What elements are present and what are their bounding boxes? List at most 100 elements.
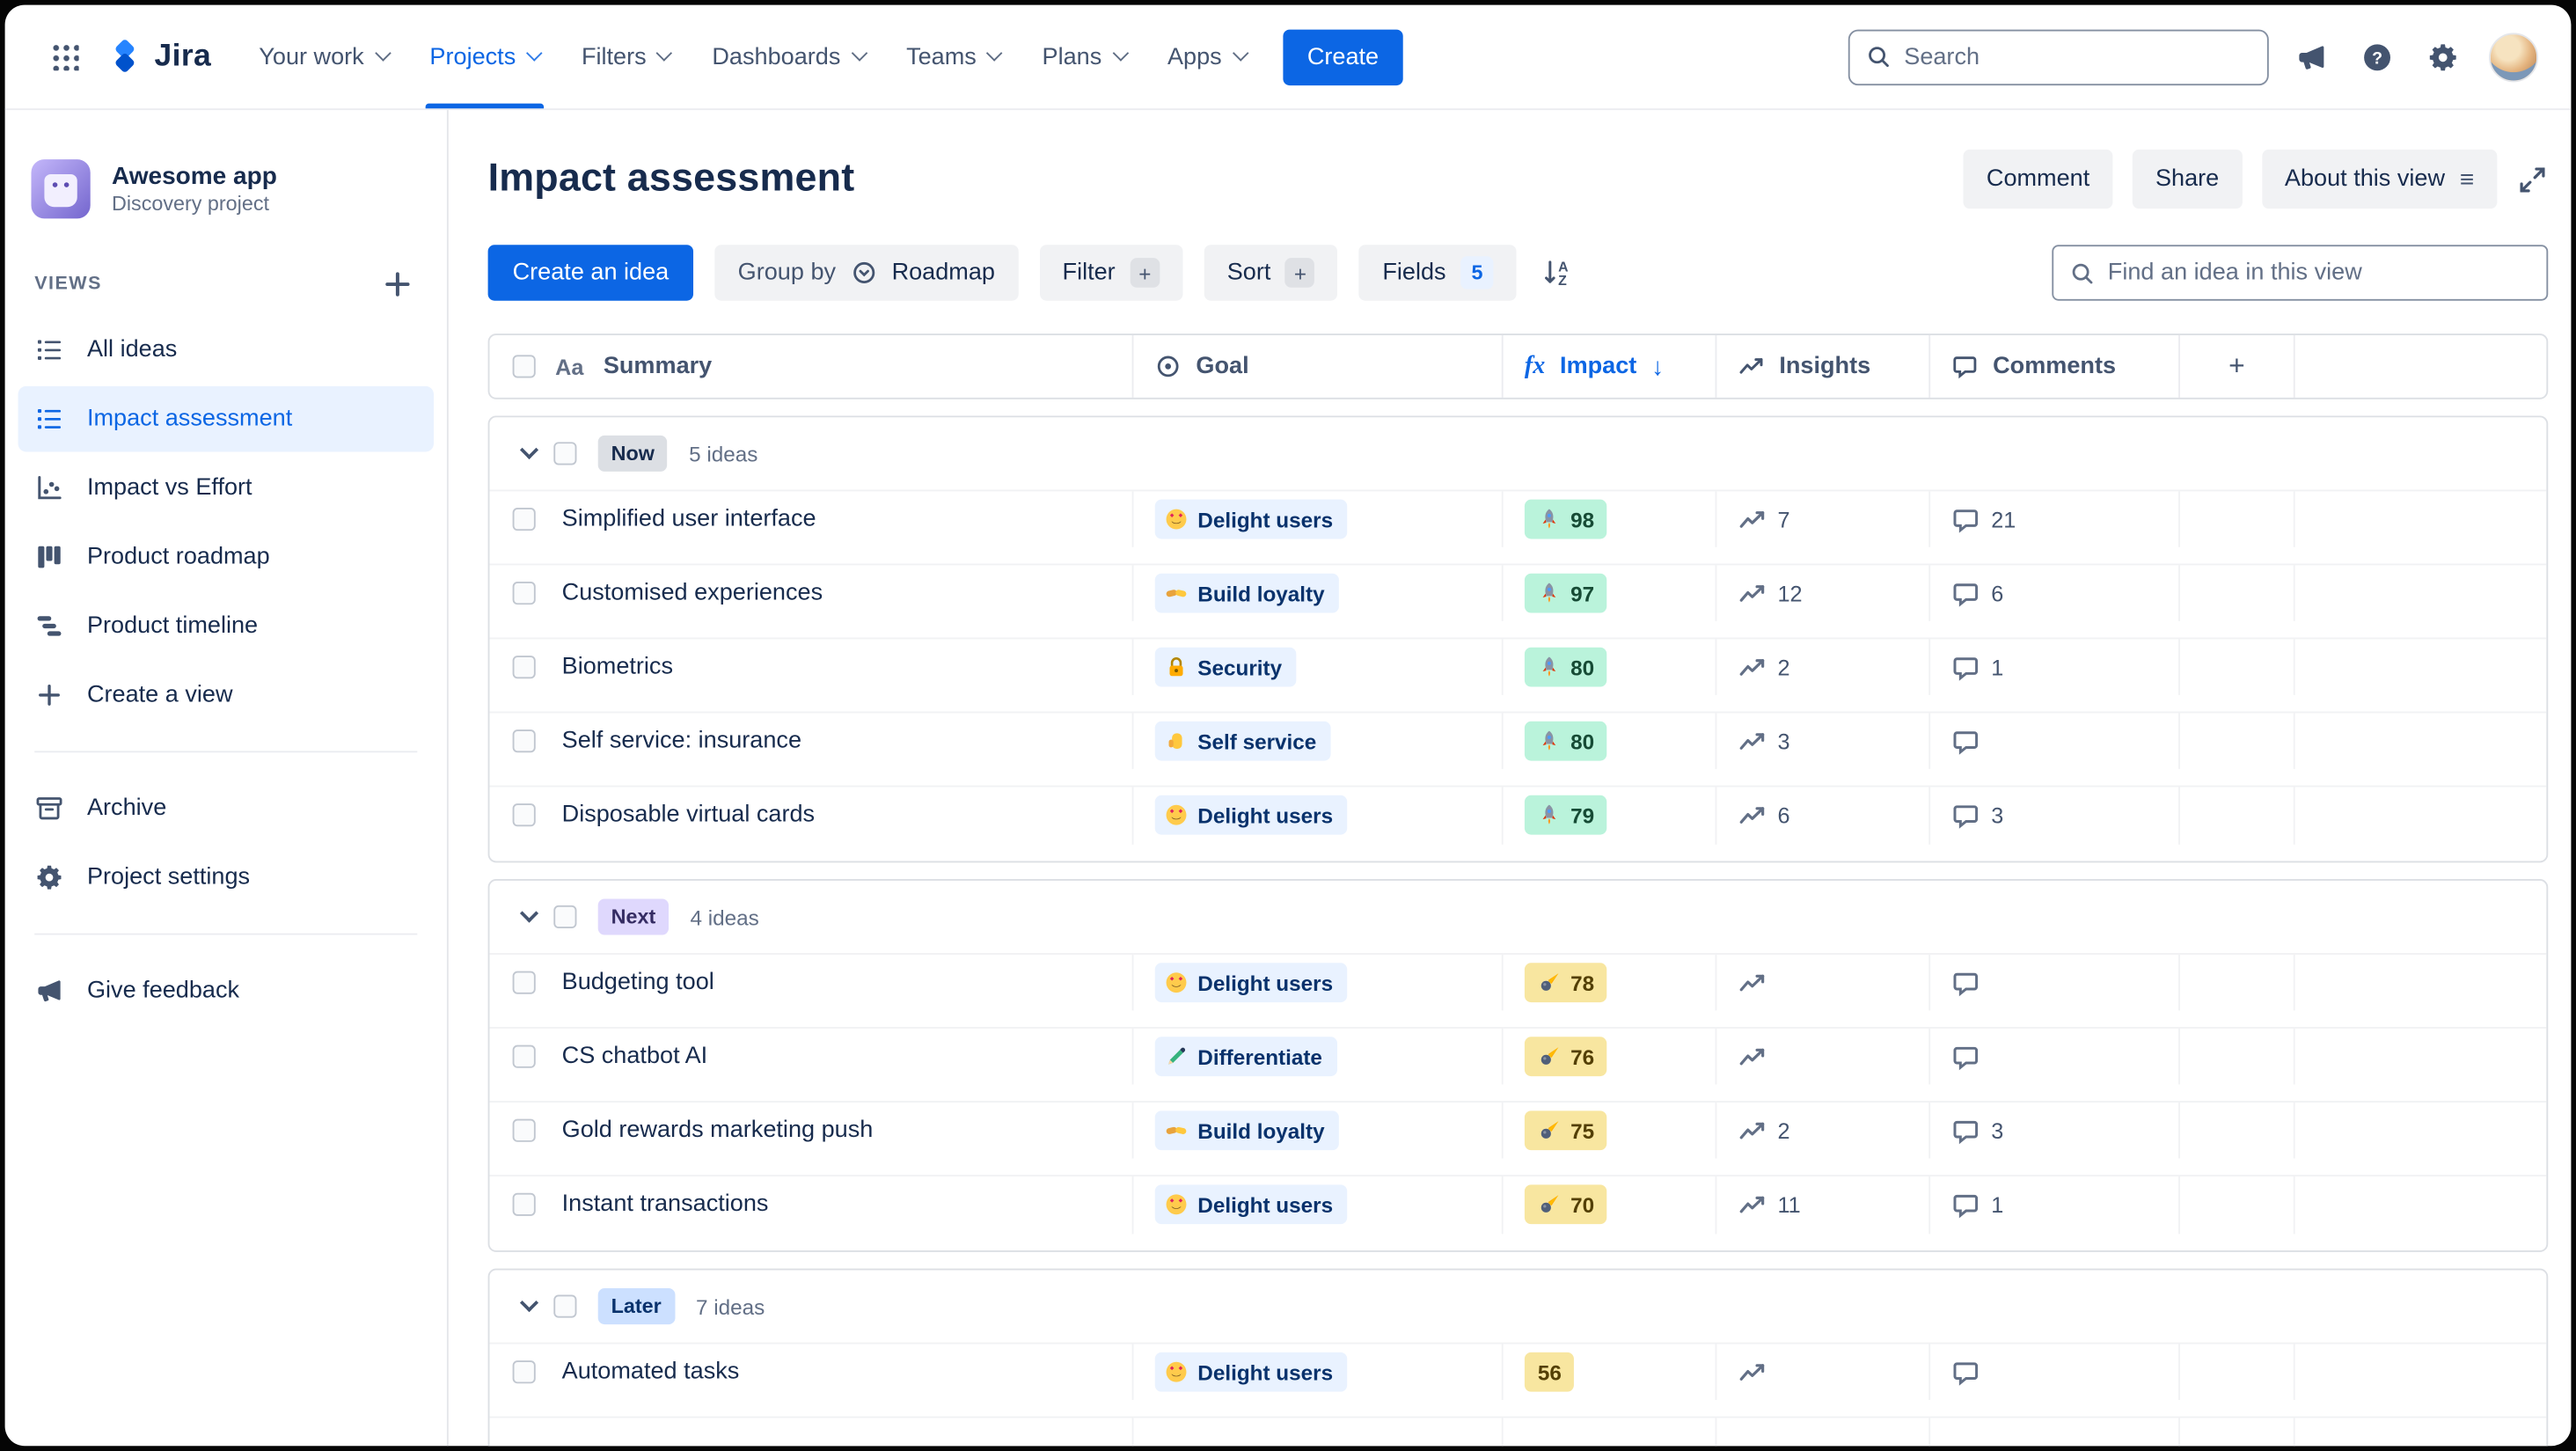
idea-summary[interactable]: Simplified user interface: [562, 506, 816, 532]
sidebar-item-archive[interactable]: Archive: [18, 775, 434, 841]
nav-item-dashboards[interactable]: Dashboards: [691, 5, 885, 109]
goal-cell[interactable]: Delight users: [1133, 491, 1504, 547]
summary-cell[interactable]: Disposable virtual cards: [489, 787, 1134, 844]
row-checkbox[interactable]: [512, 1360, 536, 1384]
summary-cell[interactable]: CS chatbot AI: [489, 1028, 1134, 1085]
goal-cell[interactable]: Self service: [1133, 713, 1504, 769]
row-checkbox[interactable]: [512, 508, 536, 531]
settings-button[interactable]: [2417, 31, 2470, 84]
chevron-down-icon[interactable]: [519, 440, 539, 459]
idea-summary[interactable]: Budgeting tool: [562, 970, 714, 996]
comments-cell[interactable]: [1930, 954, 2180, 1011]
share-button[interactable]: Share: [2132, 149, 2243, 209]
sidebar-item-create-a-view[interactable]: Create a view: [18, 663, 434, 729]
summary-cell[interactable]: Biometrics: [489, 639, 1134, 695]
sidebar-item-impact-assessment[interactable]: Impact assessment: [18, 385, 434, 452]
idea-row[interactable]: CS chatbot AI Differentiate 76: [489, 1028, 2547, 1103]
goal-cell[interactable]: Delight users: [1133, 1344, 1504, 1400]
impact-cell[interactable]: 98: [1504, 491, 1717, 547]
impact-cell[interactable]: 76: [1504, 1028, 1717, 1085]
column-header-impact[interactable]: fx Impact ↓: [1504, 334, 1717, 398]
goal-cell[interactable]: Delight users: [1133, 954, 1504, 1011]
chevron-down-icon[interactable]: [519, 1293, 539, 1313]
announcements-button[interactable]: [2285, 31, 2338, 84]
rank-sort-button[interactable]: AZ: [1541, 256, 1574, 289]
idea-summary[interactable]: Automated tasks: [562, 1359, 740, 1385]
comments-cell[interactable]: 3: [1930, 1102, 2180, 1159]
column-header-goal[interactable]: Goal: [1133, 334, 1504, 398]
sidebar-item-project-settings[interactable]: Project settings: [18, 845, 434, 911]
idea-row[interactable]: Biometrics Security 80 2 1: [489, 639, 2547, 714]
sidebar-item-all-ideas[interactable]: All ideas: [18, 317, 434, 383]
impact-cell[interactable]: 75: [1504, 1102, 1717, 1159]
goal-cell[interactable]: Delight users: [1133, 1176, 1504, 1234]
idea-summary[interactable]: Instant transactions: [562, 1191, 769, 1218]
add-column-button[interactable]: +: [2180, 334, 2295, 398]
insights-cell[interactable]: 3: [1716, 713, 1931, 769]
goal-cell[interactable]: Build loyalty: [1133, 1102, 1504, 1159]
idea-row-partial[interactable]: [489, 1418, 2546, 1447]
row-checkbox[interactable]: [512, 1193, 536, 1217]
row-checkbox[interactable]: [512, 656, 536, 679]
goal-cell[interactable]: Differentiate: [1133, 1028, 1504, 1085]
nav-item-apps[interactable]: Apps: [1146, 5, 1266, 109]
add-view-button[interactable]: [377, 265, 417, 304]
chevron-down-icon[interactable]: [519, 904, 539, 923]
summary-cell[interactable]: Automated tasks: [489, 1344, 1134, 1400]
sidebar-item-give-feedback[interactable]: Give feedback: [18, 958, 434, 1024]
create-idea-button[interactable]: Create an idea: [487, 245, 694, 301]
column-header-summary[interactable]: Aa Summary: [489, 334, 1134, 398]
comments-cell[interactable]: 6: [1930, 565, 2180, 621]
insights-cell[interactable]: 7: [1716, 491, 1931, 547]
impact-cell[interactable]: 80: [1504, 639, 1717, 695]
summary-cell[interactable]: Budgeting tool: [489, 954, 1134, 1011]
insights-cell[interactable]: 12: [1716, 565, 1931, 621]
about-this-view-button[interactable]: About this view ≡: [2261, 149, 2498, 209]
sidebar-item-product-roadmap[interactable]: Product roadmap: [18, 524, 434, 590]
comments-cell[interactable]: 1: [1930, 639, 2180, 695]
insights-cell[interactable]: [1716, 1028, 1931, 1085]
row-checkbox[interactable]: [512, 582, 536, 605]
filter-button[interactable]: Filter +: [1039, 245, 1183, 301]
summary-cell[interactable]: Self service: insurance: [489, 713, 1134, 769]
idea-row[interactable]: Self service: insurance Self service 80 3: [489, 713, 2547, 788]
fields-button[interactable]: Fields 5: [1359, 245, 1517, 301]
impact-cell[interactable]: 78: [1504, 954, 1717, 1011]
create-button[interactable]: Create: [1282, 28, 1404, 85]
impact-cell[interactable]: 79: [1504, 787, 1717, 844]
comments-cell[interactable]: 1: [1930, 1176, 2180, 1234]
nav-item-projects[interactable]: Projects: [408, 5, 560, 109]
group-checkbox[interactable]: [553, 442, 577, 465]
summary-cell[interactable]: Customised experiences: [489, 565, 1134, 621]
find-idea-search[interactable]: [2052, 245, 2549, 301]
idea-row[interactable]: Automated tasks Delight users 56: [489, 1344, 2547, 1418]
nav-item-filters[interactable]: Filters: [560, 5, 691, 109]
app-switcher-button[interactable]: [38, 31, 91, 84]
impact-cell[interactable]: 56: [1504, 1344, 1717, 1400]
group-checkbox[interactable]: [553, 1294, 577, 1318]
project-header[interactable]: Awesome app Discovery project: [18, 159, 434, 219]
nav-item-teams[interactable]: Teams: [885, 5, 1021, 109]
select-all-checkbox[interactable]: [512, 355, 536, 378]
insights-cell[interactable]: 11: [1716, 1176, 1931, 1234]
idea-summary[interactable]: Gold rewards marketing push: [562, 1118, 874, 1144]
sidebar-item-impact-vs-effort[interactable]: Impact vs Effort: [18, 455, 434, 521]
impact-cell[interactable]: 80: [1504, 713, 1717, 769]
find-idea-input[interactable]: [2107, 260, 2530, 286]
goal-cell[interactable]: Build loyalty: [1133, 565, 1504, 621]
summary-cell[interactable]: Simplified user interface: [489, 491, 1134, 547]
group-checkbox[interactable]: [553, 905, 577, 929]
idea-summary[interactable]: Disposable virtual cards: [562, 802, 815, 829]
nav-item-plans[interactable]: Plans: [1021, 5, 1145, 109]
goal-cell[interactable]: Delight users: [1133, 787, 1504, 844]
comments-cell[interactable]: 21: [1930, 491, 2180, 547]
comments-cell[interactable]: [1930, 1028, 2180, 1085]
comments-cell[interactable]: [1930, 713, 2180, 769]
user-avatar[interactable]: [2489, 32, 2539, 82]
idea-summary[interactable]: Biometrics: [562, 654, 673, 680]
row-checkbox[interactable]: [512, 971, 536, 994]
help-button[interactable]: ?: [2351, 31, 2404, 84]
comments-cell[interactable]: [1930, 1344, 2180, 1400]
global-search[interactable]: [1848, 28, 2269, 85]
nav-item-your-work[interactable]: Your work: [238, 5, 408, 109]
